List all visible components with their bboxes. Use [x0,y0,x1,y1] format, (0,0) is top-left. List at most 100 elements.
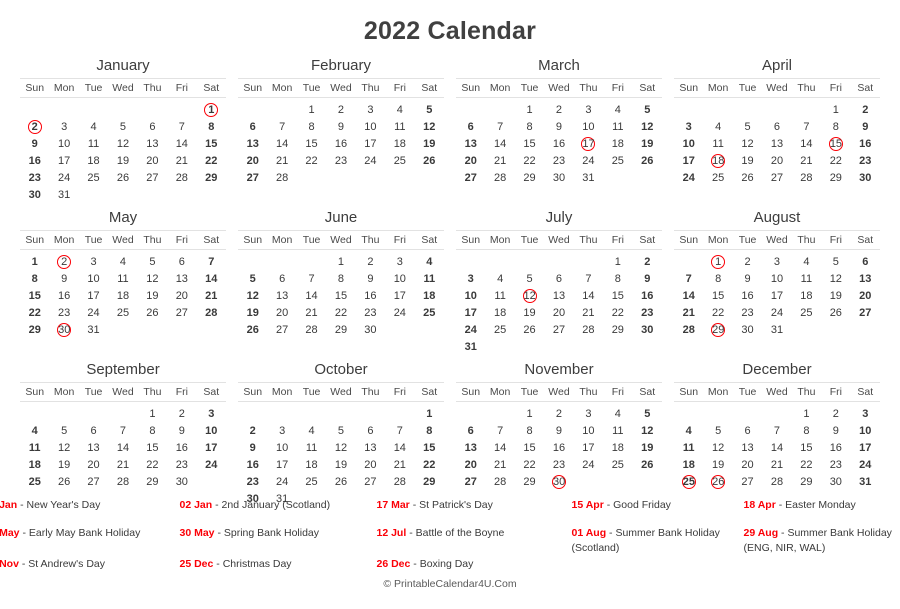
day-cell: 20 [544,304,573,321]
day-cell: 5 [633,402,662,423]
day-cell: 14 [167,135,196,152]
day-number: 13 [276,289,289,302]
legend-separator: - [212,499,222,511]
weekday-header-row: Sun Mon Tue Wed Thu Fri Sat [238,382,444,402]
day-cell: 5 [138,250,167,271]
day-number: 20 [741,458,754,471]
day-cell: 26 [515,321,544,338]
day-number: 13 [246,137,259,150]
day-cell: 9 [544,422,573,439]
weekday-header-tue: Tue [732,78,763,98]
week-row: 16 17 18 19 20 21 22 [238,456,444,473]
day-number: 16 [641,289,654,302]
day-number: 3 [585,407,592,420]
day-cell: 3 [267,422,296,439]
day-number: 5 [526,272,533,285]
day-cell: 20 [456,152,485,169]
day-number: 16 [552,441,566,454]
weekday-header-wed: Wed [544,78,574,98]
day-cell: 18 [20,456,49,473]
day-number: 5 [149,255,156,268]
day-cell: 4 [79,118,108,135]
month-block-may: May Sun Mon Tue Wed Thu Fri Sat 1 2 3 4 5 6 7 8 9 10 11 12 1… [14,208,232,360]
day-cell: 14 [485,135,514,152]
day-cell: 2 [544,98,573,119]
day-number: 30 [829,475,842,488]
months-grid: January Sun Mon Tue Wed Thu Fri Sat 1 2 3 4 5 6 7 8 9 10… [0,48,900,512]
day-number: 30 [551,474,566,489]
day-cell: 22 [515,456,544,473]
day-number: 23 [364,306,377,319]
day-number: 14 [770,441,784,454]
day-cell: 1 [297,98,326,119]
day-cell: 5 [515,270,544,287]
week-row: 7 8 9 10 11 12 13 [674,270,880,287]
day-cell: 2 [20,118,49,135]
month-table: Sun Mon Tue Wed Thu Fri Sat 1 2 3 4 5 6 7 8 9 10 11 12 13 1… [20,382,226,490]
legend-holiday-name: Boxing Day [419,558,474,570]
day-cell: 3 [456,270,485,287]
day-cell: 30 [356,321,385,338]
weekday-header-mon: Mon [49,230,79,250]
legend-item: 12 Jul - Battle of the Boyne [377,526,572,557]
day-number: 15 [146,441,159,454]
day-number: 1 [832,103,839,116]
day-number: 30 [641,323,654,336]
day-cell: 4 [415,250,444,271]
day-cell-empty [238,250,267,271]
day-cell-empty [385,402,414,423]
day-cell: 23 [851,152,880,169]
week-row: 4 5 6 7 8 9 10 [674,422,880,439]
day-cell: 28 [197,304,226,321]
week-row: 12 [456,250,662,271]
day-number: 7 [396,424,403,437]
day-cell: 4 [792,250,821,271]
day-cell: 14 [792,135,821,152]
day-cell: 6 [138,118,167,135]
day-number: 9 [367,272,374,285]
legend-item: 02 Jan - 2nd January (Scotland) [180,498,377,526]
day-cell: 6 [544,270,573,287]
day-cell: 2 [238,422,267,439]
day-cell: 25 [485,321,514,338]
weekday-header-thu: Thu [573,78,604,98]
day-cell-empty [167,186,196,203]
day-number: 23 [175,458,188,471]
day-number: 18 [800,289,813,302]
day-cell: 5 [326,422,355,439]
month-block-october: October Sun Mon Tue Wed Thu Fri Sat 1 2 3 4 5 6 7 8 9 10… [232,360,450,512]
day-number: 25 [712,171,725,184]
day-cell: 21 [167,152,196,169]
day-cell: 3 [762,250,791,271]
day-number: 21 [800,154,813,167]
legend-date: 30 Nov [0,558,19,570]
day-cell: 25 [79,169,108,186]
day-number: 8 [614,272,621,285]
day-number: 18 [494,306,507,319]
day-cell-empty [108,186,137,203]
day-cell: 6 [167,250,196,271]
day-number: 2 [27,119,42,134]
month-block-august: August Sun Mon Tue Wed Thu Fri Sat 1 2 3 4 5 6 7 8 9 10 1… [668,208,886,360]
weekday-header-fri: Fri [603,382,633,402]
day-cell: 19 [703,456,732,473]
day-cell: 19 [633,439,662,456]
day-number: 25 [611,154,624,167]
day-number: 12 [423,120,436,133]
day-cell: 23 [544,152,573,169]
legend-date: 17 Mar [376,499,410,511]
day-cell: 28 [108,473,137,490]
day-cell: 8 [197,118,226,135]
day-cell: 11 [415,270,444,287]
day-cell: 17 [456,304,485,321]
day-cell: 10 [674,135,703,152]
day-cell: 16 [20,152,49,169]
day-cell: 26 [633,152,662,169]
day-cell-empty [674,250,703,271]
day-cell: 10 [356,118,385,135]
day-cell: 27 [733,473,762,490]
legend-item: 18 Apr - Easter Monday [744,498,900,526]
day-cell-empty [674,98,703,119]
day-cell: 13 [138,135,167,152]
day-number: 2 [644,255,651,268]
